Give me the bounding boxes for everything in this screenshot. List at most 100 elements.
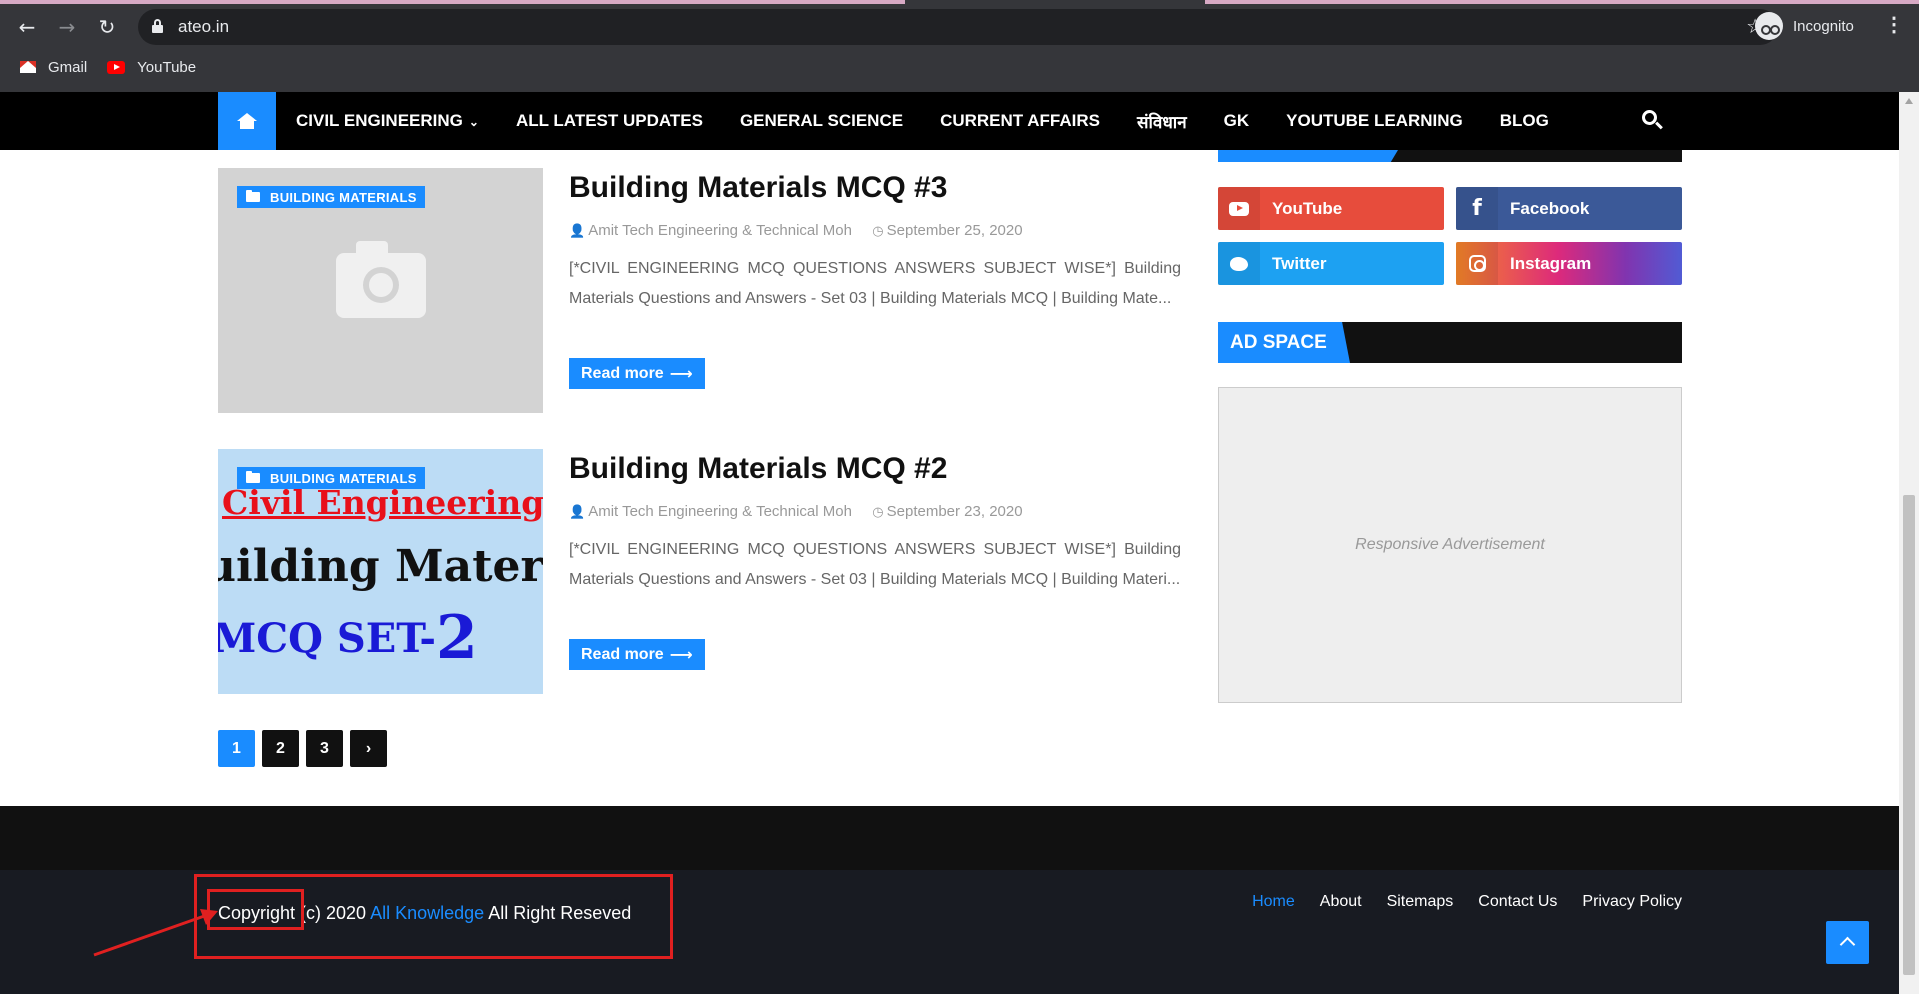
social-label: Twitter <box>1272 253 1327 273</box>
footer-link-home[interactable]: Home <box>1252 893 1295 911</box>
bookmarks-bar: Gmail YouTube <box>0 52 196 82</box>
footer-link-sitemaps[interactable]: Sitemaps <box>1387 893 1454 911</box>
category-badge[interactable]: BUILDING MATERIALS <box>237 186 425 208</box>
camera-icon <box>336 241 426 318</box>
page-button-2[interactable]: 2 <box>262 730 299 767</box>
instagram-icon <box>1468 255 1486 272</box>
post-author[interactable]: Amit Tech Engineering & Technical Moh <box>588 503 852 520</box>
category-label: BUILDING MATERIALS <box>270 470 417 486</box>
bookmark-label: Gmail <box>48 58 88 76</box>
post-date: September 23, 2020 <box>886 503 1023 520</box>
chevron-down-icon: ⌄ <box>468 115 479 129</box>
youtube-icon <box>1229 201 1249 216</box>
category-badge[interactable]: BUILDING MATERIALS <box>237 467 425 489</box>
arrow-right-icon: ⟶ <box>669 645 693 664</box>
bookmark-youtube[interactable]: YouTube <box>107 59 196 76</box>
address-bar[interactable]: ateo.in ☆ <box>138 9 1778 45</box>
folder-icon <box>246 190 260 202</box>
post-meta: 👤 Amit Tech Engineering & Technical Moh ◷… <box>569 503 1023 520</box>
tab-strip <box>0 0 1919 4</box>
nav-item-gk[interactable]: GK <box>1224 111 1250 131</box>
forward-arrow-icon[interactable]: → <box>52 12 82 42</box>
incognito-profile[interactable]: Incognito <box>1755 11 1854 41</box>
gmail-icon <box>20 61 36 73</box>
scrollbar-thumb[interactable] <box>1903 495 1915 975</box>
post-title[interactable]: Building Materials MCQ #2 <box>569 452 947 486</box>
post-thumbnail[interactable]: Civil Engineering uilding Materia MCQ SE… <box>218 449 543 694</box>
next-page-button[interactable]: › <box>350 730 387 767</box>
user-icon: 👤 <box>569 224 586 239</box>
home-icon <box>237 113 257 129</box>
annotation-inner-box <box>207 889 304 930</box>
page-button-3[interactable]: 3 <box>306 730 343 767</box>
footer-link-contact-us[interactable]: Contact Us <box>1478 893 1557 911</box>
url-text[interactable]: ateo.in <box>178 17 229 37</box>
clock-icon: ◷ <box>872 505 884 520</box>
bookmark-gmail[interactable]: Gmail <box>20 59 87 76</box>
web-page: CIVIL ENGINEERING ⌄ ALL LATEST UPDATES GE… <box>0 92 1899 994</box>
back-arrow-icon[interactable]: ← <box>12 12 42 42</box>
nav-item-youtube-learning[interactable]: YOUTUBE LEARNING <box>1286 111 1463 131</box>
thumbnail-text: MCQ SET-2 <box>218 603 478 673</box>
post-date: September 25, 2020 <box>886 222 1023 239</box>
footer-link-privacy-policy[interactable]: Privacy Policy <box>1582 893 1682 911</box>
page-scrollbar[interactable] <box>1899 92 1919 994</box>
nav-item-blog[interactable]: BLOG <box>1500 111 1549 131</box>
sidebar-widget-header <box>1218 150 1682 162</box>
post-meta: 👤 Amit Tech Engineering & Technical Moh ◷… <box>569 222 1023 239</box>
social-label: Instagram <box>1510 253 1592 273</box>
browser-menu-icon[interactable]: ⋮ <box>1884 12 1904 37</box>
chevron-up-icon <box>1839 936 1856 953</box>
incognito-label: Incognito <box>1793 17 1854 35</box>
pagination: 1 2 3 › <box>218 730 394 767</box>
youtube-icon <box>107 60 126 74</box>
post-author[interactable]: Amit Tech Engineering & Technical Moh <box>588 222 852 239</box>
social-facebook-button[interactable]: f Facebook <box>1456 187 1682 230</box>
twitter-icon <box>1230 256 1248 271</box>
read-more-label: Read more <box>581 645 664 663</box>
reload-icon[interactable]: ↻ <box>92 12 122 42</box>
clock-icon: ◷ <box>872 224 884 239</box>
social-instagram-button[interactable]: Instagram <box>1456 242 1682 285</box>
lock-icon[interactable] <box>152 19 163 33</box>
footer-nav: Home About Sitemaps Contact Us Privacy P… <box>1227 893 1682 911</box>
post-excerpt: [*CIVIL ENGINEERING MCQ QUESTIONS ANSWER… <box>569 541 1181 588</box>
nav-item-samvidhan[interactable]: संविधान <box>1137 110 1187 133</box>
category-label: BUILDING MATERIALS <box>270 189 417 205</box>
nav-item-general-science[interactable]: GENERAL SCIENCE <box>740 111 903 131</box>
ad-space-header: AD SPACE <box>1218 322 1682 363</box>
social-youtube-button[interactable]: YouTube <box>1218 187 1444 230</box>
thumbnail-text: uilding Materia <box>218 541 543 592</box>
nav-item-all-latest-updates[interactable]: ALL LATEST UPDATES <box>516 111 703 131</box>
user-icon: 👤 <box>569 505 586 520</box>
social-twitter-button[interactable]: Twitter <box>1218 242 1444 285</box>
home-button[interactable] <box>218 92 276 150</box>
nav-item-civil-engineering[interactable]: CIVIL ENGINEERING ⌄ <box>296 111 479 131</box>
social-label: YouTube <box>1272 198 1343 218</box>
arrow-right-icon: ⟶ <box>669 364 693 383</box>
page-button-1[interactable]: 1 <box>218 730 255 767</box>
post-card: Civil Engineering uilding Materia MCQ SE… <box>218 449 1181 694</box>
main-navbar: CIVIL ENGINEERING ⌄ ALL LATEST UPDATES GE… <box>0 92 1899 150</box>
facebook-icon: f <box>1472 196 1482 221</box>
incognito-icon <box>1755 12 1783 40</box>
ad-placeholder-text: Responsive Advertisement <box>1355 536 1545 553</box>
search-icon[interactable] <box>1642 110 1664 132</box>
browser-chrome: ← → ↻ ateo.in ☆ Incognito ⋮ Gmail YouTub… <box>0 0 1919 92</box>
post-excerpt: [*CIVIL ENGINEERING MCQ QUESTIONS ANSWER… <box>569 260 1181 307</box>
post-thumbnail[interactable]: BUILDING MATERIALS <box>218 168 543 413</box>
footer-top <box>0 806 1899 870</box>
scroll-up-icon[interactable] <box>1905 98 1913 104</box>
post-title[interactable]: Building Materials MCQ #3 <box>569 171 947 205</box>
read-more-label: Read more <box>581 364 664 382</box>
footer-link-about[interactable]: About <box>1320 893 1362 911</box>
back-to-top-button[interactable] <box>1826 921 1869 964</box>
social-label: Facebook <box>1510 198 1590 218</box>
ad-space-title: AD SPACE <box>1218 322 1350 363</box>
post-card: BUILDING MATERIALS Building Materials MC… <box>218 168 1181 413</box>
read-more-button[interactable]: Read more ⟶ <box>569 639 705 670</box>
read-more-button[interactable]: Read more ⟶ <box>569 358 705 389</box>
ad-placeholder: Responsive Advertisement <box>1218 387 1682 703</box>
nav-item-current-affairs[interactable]: CURRENT AFFAIRS <box>940 111 1100 131</box>
bookmark-label: YouTube <box>137 58 197 76</box>
